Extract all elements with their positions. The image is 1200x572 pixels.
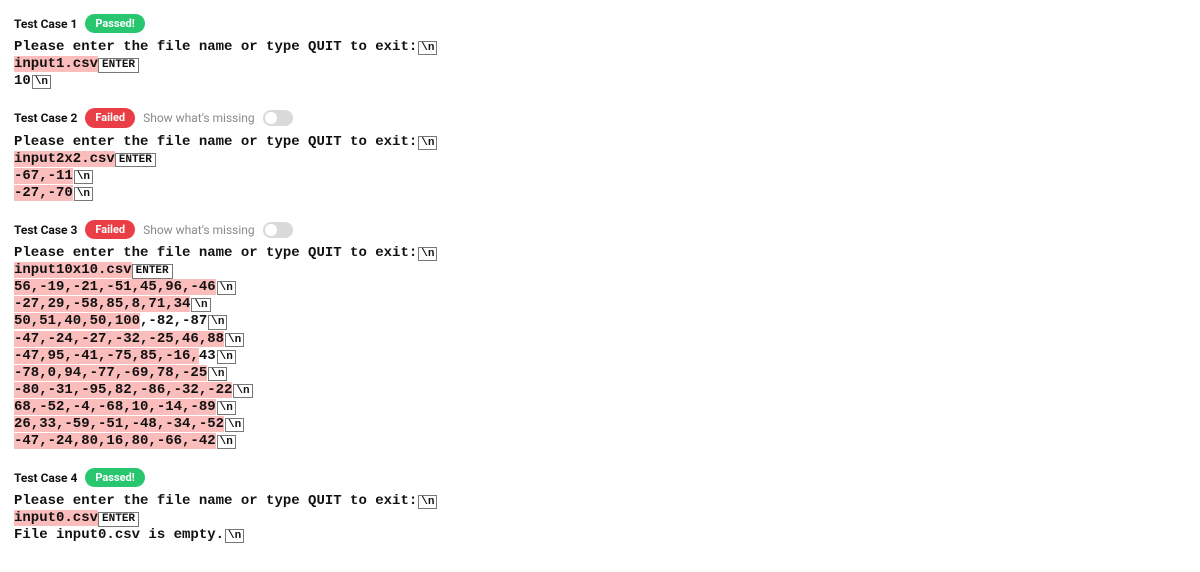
newline-glyph: \n [418,136,437,150]
test-case-header: Test Case 1 Passed! [14,14,1186,33]
diff-highlight: -67,-11 [14,168,73,184]
diff-highlight: -47,-24,80,16,80,-66,-42 [14,433,216,449]
newline-glyph: \n [225,333,244,347]
test-case-header: Test Case 2 Failed Show what's missing [14,108,1186,127]
badge-failed: Failed [85,108,135,127]
newline-glyph: \n [418,247,437,261]
newline-glyph: \n [225,529,244,543]
diff-highlight: input2x2.csv [14,151,115,167]
newline-glyph: \n [191,298,210,312]
diff-highlight: -47,95,-41,-75,85,-16, [14,348,199,364]
diff-highlight: -80,-31,-95,82,-86,-32,-22 [14,382,232,398]
newline-glyph: \n [217,281,236,295]
diff-highlight: -47,-24,-27,-32,-25,46,88 [14,331,224,347]
badge-failed: Failed [85,220,135,239]
show-missing-label: Show what's missing [143,223,255,237]
enter-glyph: ENTER [132,264,173,279]
output-text: Please enter the file name or type QUIT … [14,39,417,55]
test-case-header: Test Case 3 Failed Show what's missing [14,220,1186,239]
output-text: Please enter the file name or type QUIT … [14,245,417,261]
diff-highlight: 26,33,-59,-51,-48,-34,-52 [14,416,224,432]
diff-highlight: 50,51,40,50,100 [14,313,140,329]
output-text: Please enter the file name or type QUIT … [14,134,417,150]
enter-glyph: ENTER [115,153,156,168]
newline-glyph: \n [217,350,236,364]
diff-highlight: input0.csv [14,510,98,526]
diff-highlight: -27,29,-58,85,8,71,34 [14,296,190,312]
output-block: Please enter the file name or type QUIT … [14,134,1186,202]
test-case-title: Test Case 4 [14,471,77,485]
output-block: Please enter the file name or type QUIT … [14,245,1186,450]
show-missing-label: Show what's missing [143,111,255,125]
diff-highlight: -27,-70 [14,185,73,201]
diff-highlight: input10x10.csv [14,262,132,278]
newline-glyph: \n [74,170,93,184]
output-text: 43 [199,348,216,364]
diff-highlight: 56,-19,-21,-51,45,96,-46 [14,279,216,295]
newline-glyph: \n [32,75,51,89]
test-case-title: Test Case 3 [14,223,77,237]
test-case: Test Case 3 Failed Show what's missing Plea… [14,220,1186,450]
newline-glyph: \n [74,187,93,201]
output-text: ,-82,-87 [140,313,207,329]
newline-glyph: \n [217,435,236,449]
diff-highlight: input1.csv [14,56,98,72]
newline-glyph: \n [225,418,244,432]
test-case: Test Case 4 Passed! Please enter the file … [14,468,1186,544]
newline-glyph: \n [217,401,236,415]
test-case: Test Case 2 Failed Show what's missing Plea… [14,108,1186,202]
newline-glyph: \n [233,384,252,398]
diff-highlight: -78,0,94,-77,-69,78,-25 [14,365,207,381]
enter-glyph: ENTER [98,512,139,527]
enter-glyph: ENTER [98,58,139,73]
badge-passed: Passed! [85,14,144,33]
output-text: File input0.csv is empty. [14,527,224,543]
test-case-title: Test Case 2 [14,111,77,125]
newline-glyph: \n [208,367,227,381]
output-block: Please enter the file name or type QUIT … [14,493,1186,544]
newline-glyph: \n [208,315,227,329]
diff-highlight: 68,-52,-4,-68,10,-14,-89 [14,399,216,415]
show-missing-toggle[interactable] [263,110,293,126]
badge-passed: Passed! [85,468,144,487]
output-text: Please enter the file name or type QUIT … [14,493,417,509]
test-case-title: Test Case 1 [14,17,77,31]
newline-glyph: \n [418,495,437,509]
output-text: 10 [14,73,31,89]
output-block: Please enter the file name or type QUIT … [14,39,1186,90]
newline-glyph: \n [418,41,437,55]
test-case-header: Test Case 4 Passed! [14,468,1186,487]
show-missing-toggle[interactable] [263,222,293,238]
test-case: Test Case 1 Passed! Please enter the file … [14,14,1186,90]
